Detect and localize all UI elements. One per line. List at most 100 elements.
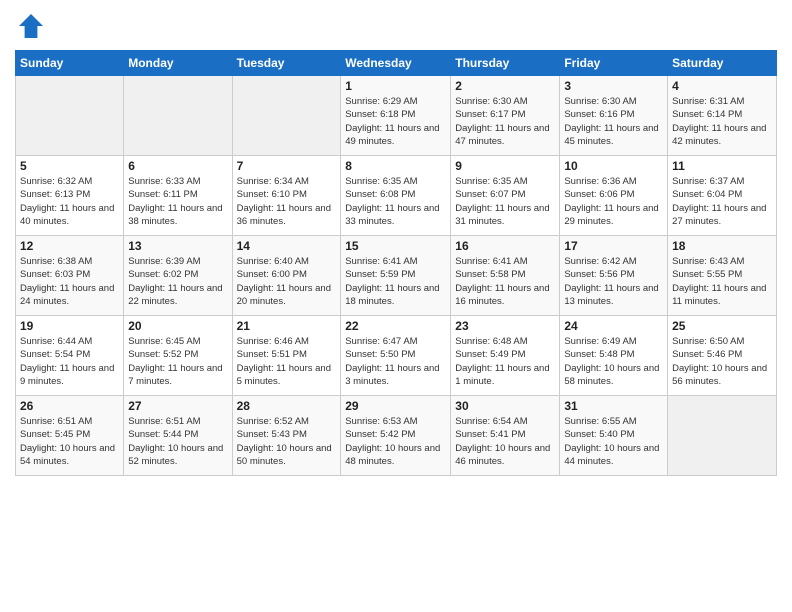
- day-number: 28: [237, 399, 337, 413]
- header: [15, 10, 777, 42]
- calendar-cell: 6Sunrise: 6:33 AMSunset: 6:11 PMDaylight…: [124, 156, 232, 236]
- calendar-week-2: 5 Sunrise: 6:32 AMSunset: 6:13 PMDaylight…: [16, 156, 777, 236]
- logo: [15, 10, 51, 42]
- calendar-week-1: 1 Sunrise: 6:29 AMSunset: 6:18 PMDaylight…: [16, 76, 777, 156]
- calendar-cell: 17 Sunrise: 6:42 AMSunset: 5:56 PMDayligh…: [560, 236, 668, 316]
- header-cell-tuesday: Tuesday: [232, 51, 341, 76]
- calendar-cell: 5 Sunrise: 6:32 AMSunset: 6:13 PMDaylight…: [16, 156, 124, 236]
- day-number: 15: [345, 239, 446, 253]
- calendar-cell: 20 Sunrise: 6:45 AMSunset: 5:52 PMDayligh…: [124, 316, 232, 396]
- calendar-cell: [232, 76, 341, 156]
- calendar-cell: 1 Sunrise: 6:29 AMSunset: 6:18 PMDaylight…: [341, 76, 451, 156]
- day-number: 30: [455, 399, 555, 413]
- day-number: 1: [345, 79, 446, 93]
- day-info: Sunrise: 6:29 AMSunset: 6:18 PMDaylight:…: [345, 95, 446, 148]
- day-info: Sunrise: 6:46 AMSunset: 5:51 PMDaylight:…: [237, 335, 337, 388]
- day-number: 4: [672, 79, 772, 93]
- day-number: 18: [672, 239, 772, 253]
- day-info: Sunrise: 6:47 AMSunset: 5:50 PMDaylight:…: [345, 335, 446, 388]
- header-cell-sunday: Sunday: [16, 51, 124, 76]
- day-number: 23: [455, 319, 555, 333]
- calendar-cell: 12Sunrise: 6:38 AMSunset: 6:03 PMDayligh…: [16, 236, 124, 316]
- calendar-cell: 26 Sunrise: 6:51 AMSunset: 5:45 PMDayligh…: [16, 396, 124, 476]
- day-info: Sunrise: 6:54 AMSunset: 5:41 PMDaylight:…: [455, 415, 555, 468]
- day-number: 16: [455, 239, 555, 253]
- day-number: 11: [672, 159, 772, 173]
- day-number: 24: [564, 319, 663, 333]
- day-number: 27: [128, 399, 227, 413]
- day-info: Sunrise: 6:55 AMSunset: 5:40 PMDaylight:…: [564, 415, 663, 468]
- header-row: SundayMondayTuesdayWednesdayThursdayFrid…: [16, 51, 777, 76]
- day-info: Sunrise: 6:41 AMSunset: 5:58 PMDaylight:…: [455, 255, 555, 308]
- calendar-cell: [124, 76, 232, 156]
- header-cell-thursday: Thursday: [451, 51, 560, 76]
- calendar-cell: 28Sunrise: 6:52 AMSunset: 5:43 PMDayligh…: [232, 396, 341, 476]
- day-info: Sunrise: 6:32 AMSunset: 6:13 PMDaylight:…: [20, 175, 119, 228]
- header-cell-saturday: Saturday: [668, 51, 777, 76]
- calendar-body: 1 Sunrise: 6:29 AMSunset: 6:18 PMDaylight…: [16, 76, 777, 476]
- day-info: Sunrise: 6:44 AMSunset: 5:54 PMDaylight:…: [20, 335, 119, 388]
- calendar-cell: 15Sunrise: 6:41 AMSunset: 5:59 PMDayligh…: [341, 236, 451, 316]
- day-number: 13: [128, 239, 227, 253]
- day-number: 9: [455, 159, 555, 173]
- day-number: 7: [237, 159, 337, 173]
- calendar-cell: 3Sunrise: 6:30 AMSunset: 6:16 PMDaylight…: [560, 76, 668, 156]
- day-number: 5: [20, 159, 119, 173]
- day-info: Sunrise: 6:37 AMSunset: 6:04 PMDaylight:…: [672, 175, 772, 228]
- day-number: 31: [564, 399, 663, 413]
- day-info: Sunrise: 6:43 AMSunset: 5:55 PMDaylight:…: [672, 255, 772, 308]
- day-number: 29: [345, 399, 446, 413]
- calendar-cell: 10Sunrise: 6:36 AMSunset: 6:06 PMDayligh…: [560, 156, 668, 236]
- calendar-week-5: 26 Sunrise: 6:51 AMSunset: 5:45 PMDayligh…: [16, 396, 777, 476]
- calendar-cell: 30 Sunrise: 6:54 AMSunset: 5:41 PMDayligh…: [451, 396, 560, 476]
- day-number: 8: [345, 159, 446, 173]
- calendar-cell: 9Sunrise: 6:35 AMSunset: 6:07 PMDaylight…: [451, 156, 560, 236]
- calendar-week-4: 19 Sunrise: 6:44 AMSunset: 5:54 PMDayligh…: [16, 316, 777, 396]
- calendar-cell: 4 Sunrise: 6:31 AMSunset: 6:14 PMDaylight…: [668, 76, 777, 156]
- day-number: 26: [20, 399, 119, 413]
- calendar-cell: 2 Sunrise: 6:30 AMSunset: 6:17 PMDaylight…: [451, 76, 560, 156]
- day-info: Sunrise: 6:31 AMSunset: 6:14 PMDaylight:…: [672, 95, 772, 148]
- calendar-cell: 21 Sunrise: 6:46 AMSunset: 5:51 PMDayligh…: [232, 316, 341, 396]
- calendar-cell: 8Sunrise: 6:35 AMSunset: 6:08 PMDaylight…: [341, 156, 451, 236]
- header-cell-wednesday: Wednesday: [341, 51, 451, 76]
- calendar-cell: 29 Sunrise: 6:53 AMSunset: 5:42 PMDayligh…: [341, 396, 451, 476]
- calendar-week-3: 12Sunrise: 6:38 AMSunset: 6:03 PMDayligh…: [16, 236, 777, 316]
- calendar-table: SundayMondayTuesdayWednesdayThursdayFrid…: [15, 50, 777, 476]
- day-info: Sunrise: 6:40 AMSunset: 6:00 PMDaylight:…: [237, 255, 337, 308]
- calendar-cell: [668, 396, 777, 476]
- header-cell-monday: Monday: [124, 51, 232, 76]
- day-info: Sunrise: 6:49 AMSunset: 5:48 PMDaylight:…: [564, 335, 663, 388]
- day-number: 17: [564, 239, 663, 253]
- calendar-header: SundayMondayTuesdayWednesdayThursdayFrid…: [16, 51, 777, 76]
- day-info: Sunrise: 6:30 AMSunset: 6:17 PMDaylight:…: [455, 95, 555, 148]
- page-container: SundayMondayTuesdayWednesdayThursdayFrid…: [0, 0, 792, 486]
- day-info: Sunrise: 6:53 AMSunset: 5:42 PMDaylight:…: [345, 415, 446, 468]
- day-info: Sunrise: 6:38 AMSunset: 6:03 PMDaylight:…: [20, 255, 119, 308]
- day-number: 10: [564, 159, 663, 173]
- day-info: Sunrise: 6:48 AMSunset: 5:49 PMDaylight:…: [455, 335, 555, 388]
- calendar-cell: 16 Sunrise: 6:41 AMSunset: 5:58 PMDayligh…: [451, 236, 560, 316]
- day-number: 2: [455, 79, 555, 93]
- logo-icon: [15, 10, 47, 42]
- day-info: Sunrise: 6:51 AMSunset: 5:44 PMDaylight:…: [128, 415, 227, 468]
- calendar-cell: 23 Sunrise: 6:48 AMSunset: 5:49 PMDayligh…: [451, 316, 560, 396]
- calendar-cell: 22 Sunrise: 6:47 AMSunset: 5:50 PMDayligh…: [341, 316, 451, 396]
- day-info: Sunrise: 6:42 AMSunset: 5:56 PMDaylight:…: [564, 255, 663, 308]
- day-info: Sunrise: 6:39 AMSunset: 6:02 PMDaylight:…: [128, 255, 227, 308]
- calendar-cell: 13 Sunrise: 6:39 AMSunset: 6:02 PMDayligh…: [124, 236, 232, 316]
- calendar-cell: 27 Sunrise: 6:51 AMSunset: 5:44 PMDayligh…: [124, 396, 232, 476]
- day-number: 20: [128, 319, 227, 333]
- calendar-cell: 7Sunrise: 6:34 AMSunset: 6:10 PMDaylight…: [232, 156, 341, 236]
- day-info: Sunrise: 6:51 AMSunset: 5:45 PMDaylight:…: [20, 415, 119, 468]
- calendar-cell: 24 Sunrise: 6:49 AMSunset: 5:48 PMDayligh…: [560, 316, 668, 396]
- day-number: 3: [564, 79, 663, 93]
- calendar-cell: 31 Sunrise: 6:55 AMSunset: 5:40 PMDayligh…: [560, 396, 668, 476]
- day-info: Sunrise: 6:45 AMSunset: 5:52 PMDaylight:…: [128, 335, 227, 388]
- day-number: 19: [20, 319, 119, 333]
- day-number: 6: [128, 159, 227, 173]
- day-number: 21: [237, 319, 337, 333]
- day-number: 25: [672, 319, 772, 333]
- calendar-cell: 18 Sunrise: 6:43 AMSunset: 5:55 PMDayligh…: [668, 236, 777, 316]
- day-number: 22: [345, 319, 446, 333]
